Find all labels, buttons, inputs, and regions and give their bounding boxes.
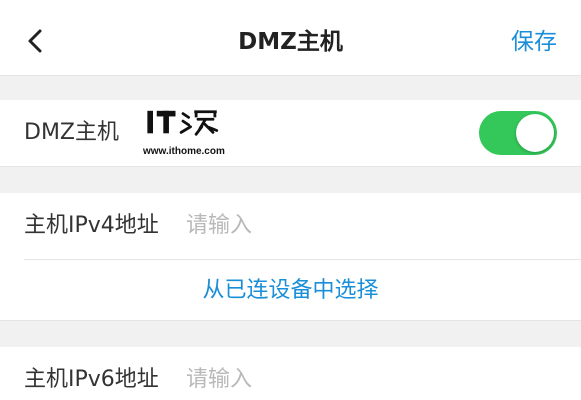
section-gap (0, 166, 581, 193)
ipv4-label: 主机IPv4地址 (24, 213, 159, 238)
page-title: DMZ主机 (238, 29, 343, 55)
section-gap (0, 320, 581, 347)
ipv6-section: 主机IPv6地址 请输入 (0, 347, 581, 400)
divider (24, 259, 581, 260)
navigation-bar: DMZ主机 保存 (0, 0, 581, 78)
ipv6-label: 主机IPv6地址 (24, 367, 159, 392)
toggle-knob (516, 114, 554, 152)
ithome-watermark: www.ithome.com (143, 108, 233, 158)
select-from-connected-devices-link[interactable]: 从已连设备中选择 (0, 276, 581, 306)
watermark-url: www.ithome.com (143, 146, 225, 157)
section-gap (0, 75, 581, 100)
dmz-toggle-row: DMZ主机 www.ithome.com (0, 100, 581, 166)
dmz-toggle-switch[interactable] (479, 111, 557, 155)
ipv6-input[interactable]: 请输入 (186, 365, 252, 395)
ipv4-section: 主机IPv4地址 请输入 从已连设备中选择 (0, 193, 581, 320)
save-button[interactable]: 保存 (511, 26, 557, 58)
dmz-label: DMZ主机 (24, 120, 119, 145)
ipv4-input[interactable]: 请输入 (186, 211, 252, 241)
ithome-logo-icon (147, 110, 219, 136)
